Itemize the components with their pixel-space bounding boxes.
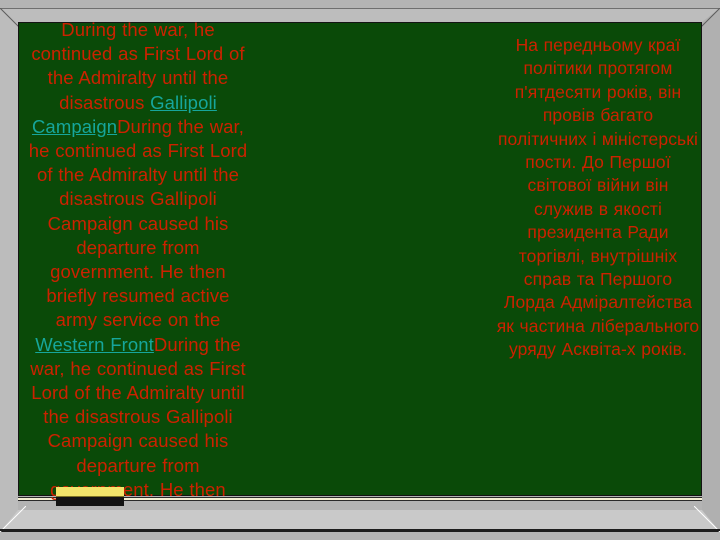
text-block-english[interactable]: During the war, he continued as First Lo… [26,18,250,502]
slide-canvas: During the war, he continued as First Lo… [0,0,720,540]
link-western-front[interactable]: Western Front [35,334,154,355]
paragraph-segment-2: During the war, he continued as First Lo… [28,115,248,331]
ukrainian-paragraph: На передньому краї політики протягом п'я… [496,35,700,360]
highlight-marker[interactable] [56,487,124,506]
text-block-ukrainian[interactable]: На передньому краї політики протягом п'я… [496,34,700,362]
highlight-marker-bar [56,487,124,497]
paragraph-segment-3: During the war, he continued as First Lo… [30,333,246,500]
slide-baseline-rule [0,529,720,531]
